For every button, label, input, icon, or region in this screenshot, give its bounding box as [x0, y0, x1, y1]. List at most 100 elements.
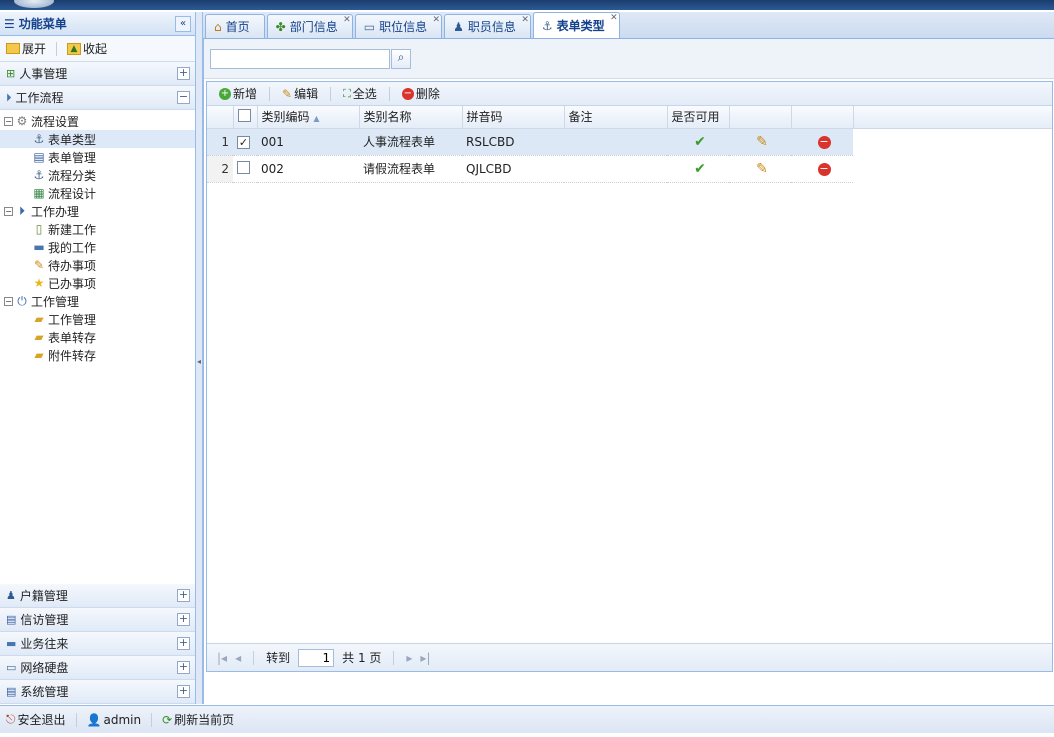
user-button[interactable]: 👤 admin — [87, 713, 142, 727]
column-header-code[interactable]: 类别编码 ▲ — [257, 106, 360, 129]
close-tab-icon[interactable]: ✕ — [521, 15, 529, 25]
column-header-enabled[interactable]: 是否可用 — [667, 106, 730, 129]
tree-node[interactable]: − ⏻ 工作管理 — [0, 292, 195, 310]
tree-node-label: 工作管理 — [31, 294, 80, 309]
tree-node[interactable]: ⚓ 流程分类 — [0, 166, 195, 184]
tab-item[interactable]: ⚓ 表单类型 ✕ — [532, 12, 620, 38]
section-item[interactable]: ▤ 系统管理 + — [0, 680, 195, 704]
tree-toggle-icon[interactable]: − — [4, 116, 13, 126]
tree-node-label: 待办事项 — [48, 258, 97, 273]
header-checkbox[interactable] — [237, 108, 251, 122]
tree-node[interactable]: ✎ 待办事项 — [0, 256, 195, 274]
row-checkbox[interactable] — [237, 160, 250, 174]
cell-edit[interactable]: ✎ — [729, 155, 791, 183]
tab-label: 首页 — [225, 20, 250, 34]
search-bar: ⌕ — [204, 39, 1054, 79]
expand-all-button[interactable]: 展开 — [6, 40, 46, 57]
tree-node-label: 工作管理 — [48, 312, 97, 327]
tab-item[interactable]: ⌂ 首页 — [205, 14, 265, 38]
column-header-name[interactable]: 类别名称 — [359, 106, 463, 129]
row-checkbox[interactable]: ✓ — [237, 135, 250, 149]
section-hr[interactable]: ⊞ 人事管理 + — [0, 62, 195, 86]
sidebar-splitter[interactable]: ◂ — [196, 12, 203, 704]
tree-node[interactable]: ▰ 工作管理 — [0, 310, 195, 328]
close-tab-icon[interactable]: ✕ — [343, 15, 351, 25]
pager: |◂ ◂ 转到 共 1 页 ▸ ▸| — [207, 643, 1052, 671]
table-row[interactable]: 2 002 请假流程表单 QJLCBD ✔ ✎ − — [207, 155, 1052, 183]
tree-node[interactable]: ★ 已办事项 — [0, 274, 195, 292]
section-item[interactable]: ▤ 信访管理 + — [0, 608, 195, 632]
anchor-icon: ⚓ — [541, 18, 553, 33]
tab-item[interactable]: ♟ 职员信息 ✕ — [444, 14, 531, 38]
list-icon: ▬ — [33, 240, 45, 254]
cell-pinyin: QJLCBD — [462, 155, 564, 183]
section-workflow[interactable]: ⏵ 工作流程 − — [0, 86, 195, 110]
tree-node[interactable]: ▰ 表单转存 — [0, 328, 195, 346]
tree-toggle-icon[interactable]: − — [4, 296, 13, 306]
edit-button[interactable]: ✎ 编辑 — [278, 85, 322, 102]
expand-section-button[interactable]: + — [177, 67, 190, 80]
expand-section-button[interactable]: + — [177, 661, 190, 674]
puzzle-icon: ✤ — [275, 19, 286, 34]
row-checkbox-cell[interactable]: ✓ — [233, 128, 257, 156]
refresh-button[interactable]: ⟳ 刷新当前页 — [162, 711, 234, 728]
edit-row-icon[interactable]: ✎ — [756, 161, 768, 177]
edit-row-icon[interactable]: ✎ — [756, 134, 768, 150]
play-icon: ⏵ — [6, 90, 12, 104]
delete-button[interactable]: − 删除 — [398, 85, 444, 102]
expand-section-button[interactable]: + — [177, 613, 190, 626]
divider — [330, 86, 332, 101]
first-page-icon[interactable]: |◂ — [217, 651, 227, 665]
collapse-sidebar-button[interactable]: « — [175, 16, 191, 32]
select-all-button[interactable]: ⛶ 全选 — [339, 85, 381, 102]
expand-section-button[interactable]: + — [177, 637, 190, 650]
page-number-input[interactable] — [298, 648, 335, 667]
select-all-checkbox-header[interactable] — [233, 106, 258, 129]
divider — [269, 86, 271, 101]
tree-node[interactable]: − ⚙ 流程设置 — [0, 112, 195, 130]
tree-node[interactable]: ▤ 表单管理 — [0, 148, 195, 166]
edit-icon: ✎ — [282, 86, 293, 101]
close-tab-icon[interactable]: ✕ — [610, 13, 618, 23]
tree-node[interactable]: ▬ 我的工作 — [0, 238, 195, 256]
column-header-pinyin[interactable]: 拼音码 — [462, 106, 565, 129]
section-item[interactable]: ▬ 业务往来 + — [0, 632, 195, 656]
cell-name: 请假流程表单 — [359, 155, 462, 183]
section-label: 网络硬盘 — [20, 661, 69, 675]
tab-item[interactable]: ▭ 职位信息 ✕ — [354, 14, 443, 38]
tree-node[interactable]: ▦ 流程设计 — [0, 184, 195, 202]
expand-section-button[interactable]: + — [177, 685, 190, 698]
section-item[interactable]: ▭ 网络硬盘 + — [0, 656, 195, 680]
next-page-icon[interactable]: ▸ — [406, 651, 412, 665]
collapse-section-button[interactable]: − — [177, 91, 190, 104]
column-header-note[interactable]: 备注 — [564, 106, 668, 129]
tree-toggle-icon[interactable]: − — [4, 206, 13, 216]
tree-node[interactable]: ▯ 新建工作 — [0, 220, 195, 238]
cell-delete[interactable]: − — [791, 128, 853, 156]
cell-delete[interactable]: − — [791, 155, 853, 183]
tab-item[interactable]: ✤ 部门信息 ✕ — [266, 14, 353, 38]
section-label: 户籍管理 — [19, 589, 68, 603]
delete-row-icon[interactable]: − — [817, 163, 831, 176]
menu-icon: ☰ — [4, 16, 15, 31]
table-row[interactable]: 1 ✓ 001 人事流程表单 RSLCBD ✔ ✎ − — [207, 128, 1052, 156]
last-page-icon[interactable]: ▸| — [420, 651, 430, 665]
add-button[interactable]: + 新增 — [215, 85, 261, 102]
cell-edit[interactable]: ✎ — [729, 128, 791, 156]
search-button[interactable]: ⌕ — [391, 49, 411, 69]
search-input[interactable] — [210, 49, 390, 69]
close-tab-icon[interactable]: ✕ — [433, 15, 441, 25]
logout-button[interactable]: ⎋ 安全退出 — [6, 711, 66, 728]
tree-node[interactable]: ⚓ 表单类型 — [0, 130, 195, 148]
delete-row-icon[interactable]: − — [817, 136, 831, 149]
workflow-tree: − ⚙ 流程设置 ⚓ 表单类型 ▤ 表单管理 ⚓ 流程分类 ▦ 流程设计 − ⏵ 工作办理 ▯ 新建工作 ▬ 我的… — [0, 110, 195, 364]
row-checkbox-cell[interactable] — [233, 155, 257, 183]
tree-node[interactable]: ▰ 附件转存 — [0, 346, 195, 364]
column-label: 备注 — [568, 110, 593, 125]
collapse-all-button[interactable]: ▲ 收起 — [67, 40, 107, 57]
tree-node[interactable]: − ⏵ 工作办理 — [0, 202, 195, 220]
card-icon: ▭ — [6, 661, 17, 674]
section-item[interactable]: ♟ 户籍管理 + — [0, 584, 195, 608]
expand-section-button[interactable]: + — [177, 589, 190, 602]
prev-page-icon[interactable]: ◂ — [235, 651, 241, 665]
